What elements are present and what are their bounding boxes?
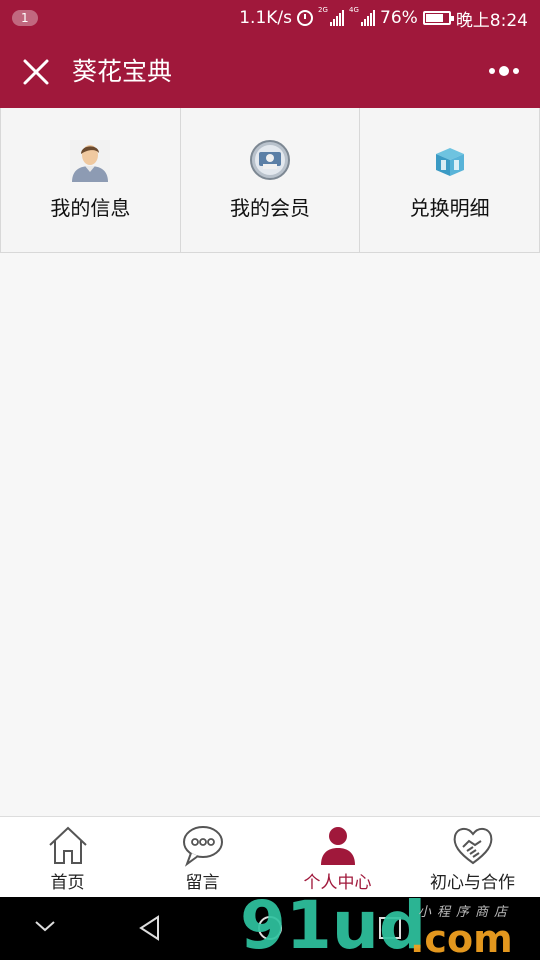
battery-icon [422,11,454,25]
menu-item-label: 我的会员 [230,196,310,220]
signal-sim2-icon: 4G [349,6,376,26]
nav-bar: 葵花宝典 [0,36,540,108]
user-avatar-icon [70,140,111,182]
more-icon[interactable] [488,64,520,78]
tab-messages[interactable]: 留言 [135,817,270,897]
battery-percent: 76% [380,8,418,28]
tab-label: 个人中心 [303,873,372,893]
tab-bar: 首页 留言 个人中心 初心与合作 [0,816,540,897]
status-indicators: 1.1K/s 2G 4G 76% 晚上8:24 [239,6,528,31]
home-icon [48,826,87,864]
menu-item-label: 兑换明细 [409,196,490,220]
sim2-network-label: 4G [349,6,359,14]
tab-label: 首页 [50,873,85,893]
member-badge-icon [250,140,290,180]
menu-item-my-membership[interactable]: 我的会员 [181,108,361,252]
person-icon [320,827,355,865]
clock: 晚上8:24 [455,10,528,31]
profile-menu-grid: 我的信息 我的会员 兑换明细 [0,108,540,253]
tab-home[interactable]: 首页 [0,817,135,897]
app-screen: 1 1.1K/s 2G 4G 76% 晚上8:24 葵花宝典 我的信息 我的会员… [0,0,540,960]
close-icon[interactable] [22,58,50,86]
home-button-icon[interactable] [257,915,283,941]
chat-bubble-icon [182,826,223,867]
menu-item-my-info[interactable]: 我的信息 [0,108,181,252]
menu-item-exchange-details[interactable]: 兑换明细 [360,108,540,252]
tab-cooperation[interactable]: 初心与合作 [405,817,540,897]
tab-label: 初心与合作 [430,873,515,893]
chevron-down-icon[interactable] [34,919,56,933]
page-title: 葵花宝典 [72,57,173,86]
handshake-icon [453,828,492,865]
tab-profile[interactable]: 个人中心 [270,817,405,897]
notification-badge: 1 [12,10,38,26]
menu-item-label: 我的信息 [50,196,131,220]
recent-apps-icon[interactable] [378,916,402,940]
status-bar: 1 1.1K/s 2G 4G 76% 晚上8:24 [0,0,540,36]
net-speed: 1.1K/s [239,8,293,28]
signal-sim1-icon: 2G [318,6,345,26]
system-nav-bar [0,897,540,960]
back-icon[interactable] [138,915,162,941]
alarm-icon [297,10,314,26]
tab-label: 留言 [185,873,220,893]
sim1-network-label: 2G [318,6,328,14]
exchange-box-icon [435,148,464,176]
